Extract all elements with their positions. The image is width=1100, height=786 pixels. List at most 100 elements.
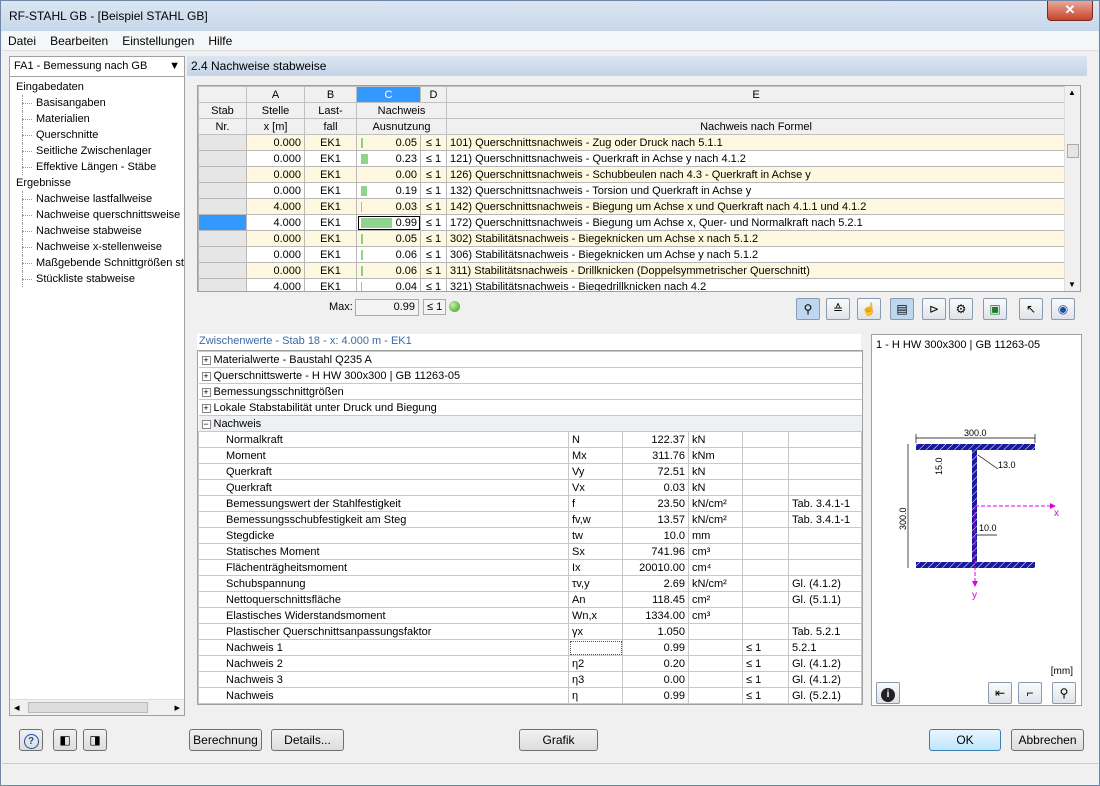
cell-x[interactable]: 0.000 — [246, 262, 305, 279]
cell-ratio[interactable]: 0.99 — [356, 214, 421, 231]
excel-export-button[interactable]: ▣ — [983, 298, 1007, 320]
details-button[interactable]: Details... — [271, 729, 344, 751]
cell-loadcase[interactable]: EK1 — [304, 262, 357, 279]
tree-item[interactable]: Materialien — [10, 111, 184, 127]
cell-x[interactable]: 4.000 — [246, 214, 305, 231]
cell-x[interactable]: 0.000 — [246, 150, 305, 167]
tree-item[interactable]: Seitliche Zwischenlager — [10, 143, 184, 159]
tree-item[interactable]: Nachweise x-stellenweise — [10, 239, 184, 255]
show-values-button[interactable]: ⚲ — [796, 298, 820, 320]
table-row[interactable]: Nachweis 2 η2 0.20 ≤ 1 Gl. (4.1.2) — [198, 655, 862, 672]
cell-ratio[interactable]: 0.06 — [356, 246, 421, 263]
table-vscrollbar[interactable]: ▲ ▼ — [1064, 86, 1080, 291]
cell-loadcase[interactable]: EK1 — [304, 134, 357, 151]
cell-formula[interactable]: 132) Querschnittsnachweis - Torsion und … — [446, 182, 1066, 199]
cell-formula[interactable]: 121) Querschnittsnachweis - Querkraft in… — [446, 150, 1066, 167]
cell-loadcase[interactable]: EK1 — [304, 278, 357, 291]
next-button[interactable]: ◨ — [83, 729, 107, 751]
row-header[interactable] — [198, 262, 247, 279]
cell-x[interactable]: 0.000 — [246, 134, 305, 151]
relative-values-button[interactable]: ≙ — [826, 298, 850, 320]
tree-item[interactable]: Nachweise stabweise — [10, 223, 184, 239]
row-header[interactable] — [198, 230, 247, 247]
row-header[interactable] — [198, 166, 247, 183]
axes-button[interactable]: ⌐ — [1018, 682, 1042, 704]
tree-item[interactable]: Querschnitte — [10, 127, 184, 143]
previous-button[interactable]: ◧ — [53, 729, 77, 751]
table-row[interactable]: 0.000 EK1 0.05 ≤ 1 101) Querschnittsnachweis… — [198, 134, 1066, 151]
color-bars-button[interactable]: ▤ — [890, 298, 914, 320]
row-header[interactable] — [198, 214, 247, 231]
table-row[interactable]: 0.000 EK1 0.00 ≤ 1 126) Querschnittsnachweis… — [198, 166, 1066, 183]
expand-icon[interactable]: + — [201, 387, 211, 397]
table-row[interactable]: Moment Mx 311.76 kNm — [198, 447, 862, 464]
cell-x[interactable]: 0.000 — [246, 246, 305, 263]
zoom-button[interactable]: ⚲ — [1052, 682, 1076, 704]
cell-loadcase[interactable]: EK1 — [304, 166, 357, 183]
cell-ratio[interactable]: 0.00 — [356, 166, 421, 183]
cell-formula[interactable]: 101) Querschnittsnachweis - Zug oder Dru… — [446, 134, 1066, 151]
group-row[interactable]: + Materialwerte - Baustahl Q235 A — [198, 351, 862, 368]
navigator-hscrollbar[interactable]: ◂ ▸ — [10, 699, 184, 715]
dimension-button[interactable]: ⇤ — [988, 682, 1012, 704]
table-row[interactable]: Nachweis 3 η3 0.00 ≤ 1 Gl. (4.1.2) — [198, 671, 862, 688]
row-header[interactable] — [198, 134, 247, 151]
help-button[interactable]: ? — [19, 729, 43, 751]
group-row[interactable]: + Querschnittswerte - H HW 300x300 | GB 1… — [198, 367, 862, 384]
tree-group[interactable]: Eingabedaten — [10, 79, 184, 95]
row-header[interactable] — [198, 246, 247, 263]
scroll-thumb[interactable] — [28, 702, 148, 713]
filter-button[interactable]: ⊳ — [922, 298, 946, 320]
menu-hilfe[interactable]: Hilfe — [202, 31, 237, 48]
cell-formula[interactable]: 142) Querschnittsnachweis - Biegung um A… — [446, 198, 1066, 215]
table-row[interactable]: Stegdicke tw 10.0 mm — [198, 527, 862, 544]
calculation-button[interactable]: Berechnung — [189, 729, 262, 751]
cell-formula[interactable]: 306) Stabilitätsnachweis - Biegeknicken … — [446, 246, 1066, 263]
table-row[interactable]: 0.000 EK1 0.06 ≤ 1 306) Stabilitätsnachweis … — [198, 246, 1066, 263]
info-button[interactable]: i — [876, 682, 900, 704]
menu-bearbeiten[interactable]: Bearbeiten — [44, 31, 113, 48]
row-header[interactable] — [198, 182, 247, 199]
table-row[interactable]: 0.000 EK1 0.05 ≤ 1 302) Stabilitätsnachweis … — [198, 230, 1066, 247]
cell-x[interactable]: 4.000 — [246, 278, 305, 291]
cell-formula[interactable]: 302) Stabilitätsnachweis - Biegeknicken … — [446, 230, 1066, 247]
table-row[interactable]: Plastischer Querschnittsanpassungsfaktor… — [198, 623, 862, 640]
cell-ratio[interactable]: 0.03 — [356, 198, 421, 215]
select-button[interactable]: ☝ — [857, 298, 881, 320]
table-row[interactable]: Flächenträgheitsmoment Ix 20010.00 cm⁴ — [198, 559, 862, 576]
expand-icon[interactable]: + — [201, 371, 211, 381]
cell-ratio[interactable]: 0.05 — [356, 134, 421, 151]
tree-item[interactable]: Maßgebende Schnittgrößen sta — [10, 255, 184, 271]
scroll-thumb[interactable] — [1067, 144, 1079, 158]
table-row[interactable]: 0.000 EK1 0.06 ≤ 1 311) Stabilitätsnachweis … — [198, 262, 1066, 279]
cell-ratio[interactable]: 0.04 — [356, 278, 421, 291]
cell-ratio[interactable]: 0.05 — [356, 230, 421, 247]
group-row[interactable]: + Bemessungsschnittgrößen — [198, 383, 862, 400]
cell-formula[interactable]: 311) Stabilitätsnachweis - Drillknicken … — [446, 262, 1066, 279]
table-row[interactable]: Elastisches Widerstandsmoment Wn,x 1334.00… — [198, 607, 862, 624]
cell-ratio[interactable]: 0.19 — [356, 182, 421, 199]
tree-item[interactable]: Basisangaben — [10, 95, 184, 111]
row-header[interactable] — [198, 278, 247, 291]
collapse-icon[interactable]: − — [201, 419, 211, 429]
table-row[interactable]: Normalkraft N 122.37 kN — [198, 431, 862, 448]
cell-loadcase[interactable]: EK1 — [304, 246, 357, 263]
pick-button[interactable]: ↖ — [1019, 298, 1043, 320]
scroll-down-icon[interactable]: ▼ — [1068, 280, 1076, 289]
table-row[interactable]: Querkraft Vx 0.03 kN — [198, 479, 862, 496]
tree-item[interactable]: Effektive Längen - Stäbe — [10, 159, 184, 175]
table-row[interactable]: 4.000 EK1 0.03 ≤ 1 142) Querschnittsnachweis… — [198, 198, 1066, 215]
table-row[interactable]: 0.000 EK1 0.23 ≤ 1 121) Querschnittsnachweis… — [198, 150, 1066, 167]
table-row[interactable]: 4.000 EK1 0.04 ≤ 1 321) Stabilitätsnachweis … — [198, 278, 1066, 291]
menu-einstellungen[interactable]: Einstellungen — [116, 31, 199, 48]
graphic-button[interactable]: Grafik — [519, 729, 598, 751]
group-row[interactable]: + Lokale Stabstabilität unter Druck und B… — [198, 399, 862, 416]
cell-loadcase[interactable]: EK1 — [304, 182, 357, 199]
cell-loadcase[interactable]: EK1 — [304, 150, 357, 167]
close-button[interactable]: ✕ — [1047, 1, 1093, 21]
cell-x[interactable]: 4.000 — [246, 198, 305, 215]
tree-item[interactable]: Stückliste stabweise — [10, 271, 184, 287]
cancel-button[interactable]: Abbrechen — [1011, 729, 1084, 751]
tree-item[interactable]: Nachweise lastfallweise — [10, 191, 184, 207]
scroll-right-icon[interactable]: ▸ — [174, 701, 180, 714]
